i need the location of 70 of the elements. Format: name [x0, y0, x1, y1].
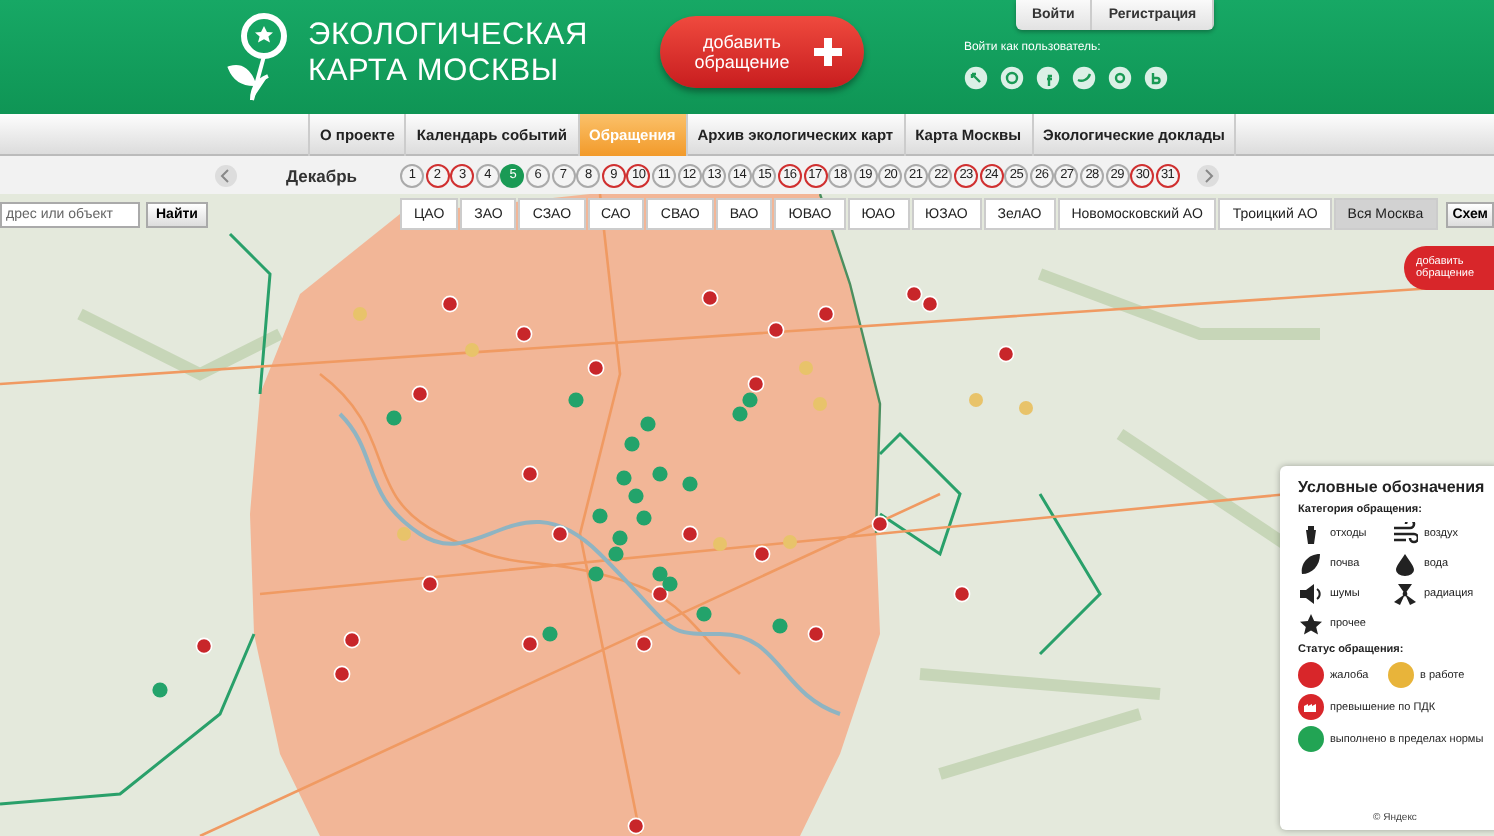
- leaf-pin-logo-icon: [224, 12, 292, 104]
- map-marker[interactable]: [652, 566, 668, 582]
- map-marker[interactable]: [616, 470, 632, 486]
- map-marker[interactable]: [997, 345, 1015, 363]
- leaf-icon: [1298, 552, 1324, 576]
- map-marker[interactable]: [1019, 401, 1033, 415]
- map-marker[interactable]: [953, 585, 971, 603]
- map-marker[interactable]: [921, 295, 939, 313]
- map-marker[interactable]: [636, 510, 652, 526]
- speaker-icon: [1298, 582, 1324, 606]
- map-marker[interactable]: [682, 476, 698, 492]
- map-marker[interactable]: [799, 361, 813, 375]
- map-marker[interactable]: [397, 527, 411, 541]
- map-marker[interactable]: [767, 321, 785, 339]
- wind-icon: [1392, 522, 1418, 546]
- map-marker[interactable]: [608, 546, 624, 562]
- map-marker[interactable]: [353, 307, 367, 321]
- plus-icon: [811, 36, 844, 68]
- map-marker[interactable]: [195, 637, 213, 655]
- map-marker[interactable]: [333, 665, 351, 683]
- map-marker[interactable]: [551, 525, 569, 543]
- map-marker[interactable]: [521, 465, 539, 483]
- map-marker[interactable]: [568, 392, 584, 408]
- map-marker[interactable]: [587, 359, 605, 377]
- map-marker[interactable]: [807, 625, 825, 643]
- chevron-right-icon[interactable]: [1195, 163, 1220, 187]
- map-marker[interactable]: [624, 436, 640, 452]
- add-report-button[interactable]: добавить обращение: [659, 16, 864, 88]
- map-marker[interactable]: [635, 635, 653, 653]
- map-marker[interactable]: [386, 410, 402, 426]
- map-marker[interactable]: [747, 375, 765, 393]
- map-marker[interactable]: [662, 576, 678, 592]
- map-marker[interactable]: [905, 285, 923, 303]
- map-marker[interactable]: [542, 626, 558, 642]
- map-marker[interactable]: [588, 566, 604, 582]
- map-marker[interactable]: [628, 488, 644, 504]
- map-marker[interactable]: [701, 289, 719, 307]
- map-marker[interactable]: [652, 466, 668, 482]
- star-icon: [1298, 612, 1324, 636]
- map-marker[interactable]: [783, 535, 797, 549]
- map-marker[interactable]: [742, 392, 758, 408]
- legend-title: Условные обозначения: [1298, 478, 1487, 496]
- map-marker[interactable]: [640, 416, 656, 432]
- map-marker[interactable]: [592, 508, 608, 524]
- map-marker[interactable]: [411, 385, 429, 403]
- map-marker[interactable]: [753, 545, 771, 563]
- map-marker[interactable]: [969, 393, 983, 407]
- map-marker[interactable]: [696, 606, 712, 622]
- chevron-left-icon[interactable]: [214, 163, 238, 187]
- map-marker[interactable]: [441, 295, 459, 313]
- facebook-icon[interactable]: [1035, 66, 1060, 90]
- map-marker[interactable]: [612, 530, 628, 546]
- map-marker[interactable]: [465, 343, 479, 357]
- site-title: ЭКОЛОГИЧЕСКАЯ КАРТА МОСКВЫ: [308, 18, 588, 90]
- map-marker[interactable]: [343, 631, 361, 649]
- map-marker[interactable]: [521, 635, 539, 653]
- month-label: Декабрь: [286, 165, 360, 185]
- map-marker[interactable]: [627, 817, 645, 835]
- map-marker[interactable]: [772, 618, 788, 634]
- map-marker[interactable]: [651, 585, 669, 603]
- map-marker[interactable]: [152, 682, 168, 698]
- map-marker[interactable]: [871, 515, 889, 533]
- map-marker[interactable]: [421, 575, 439, 593]
- map-marker[interactable]: [817, 305, 835, 323]
- map-marker[interactable]: [515, 325, 533, 343]
- drop-icon: [1392, 552, 1418, 576]
- map-marker[interactable]: [713, 537, 727, 551]
- map-marker[interactable]: [732, 406, 748, 422]
- map-marker[interactable]: [681, 525, 699, 543]
- map-marker[interactable]: [813, 397, 827, 411]
